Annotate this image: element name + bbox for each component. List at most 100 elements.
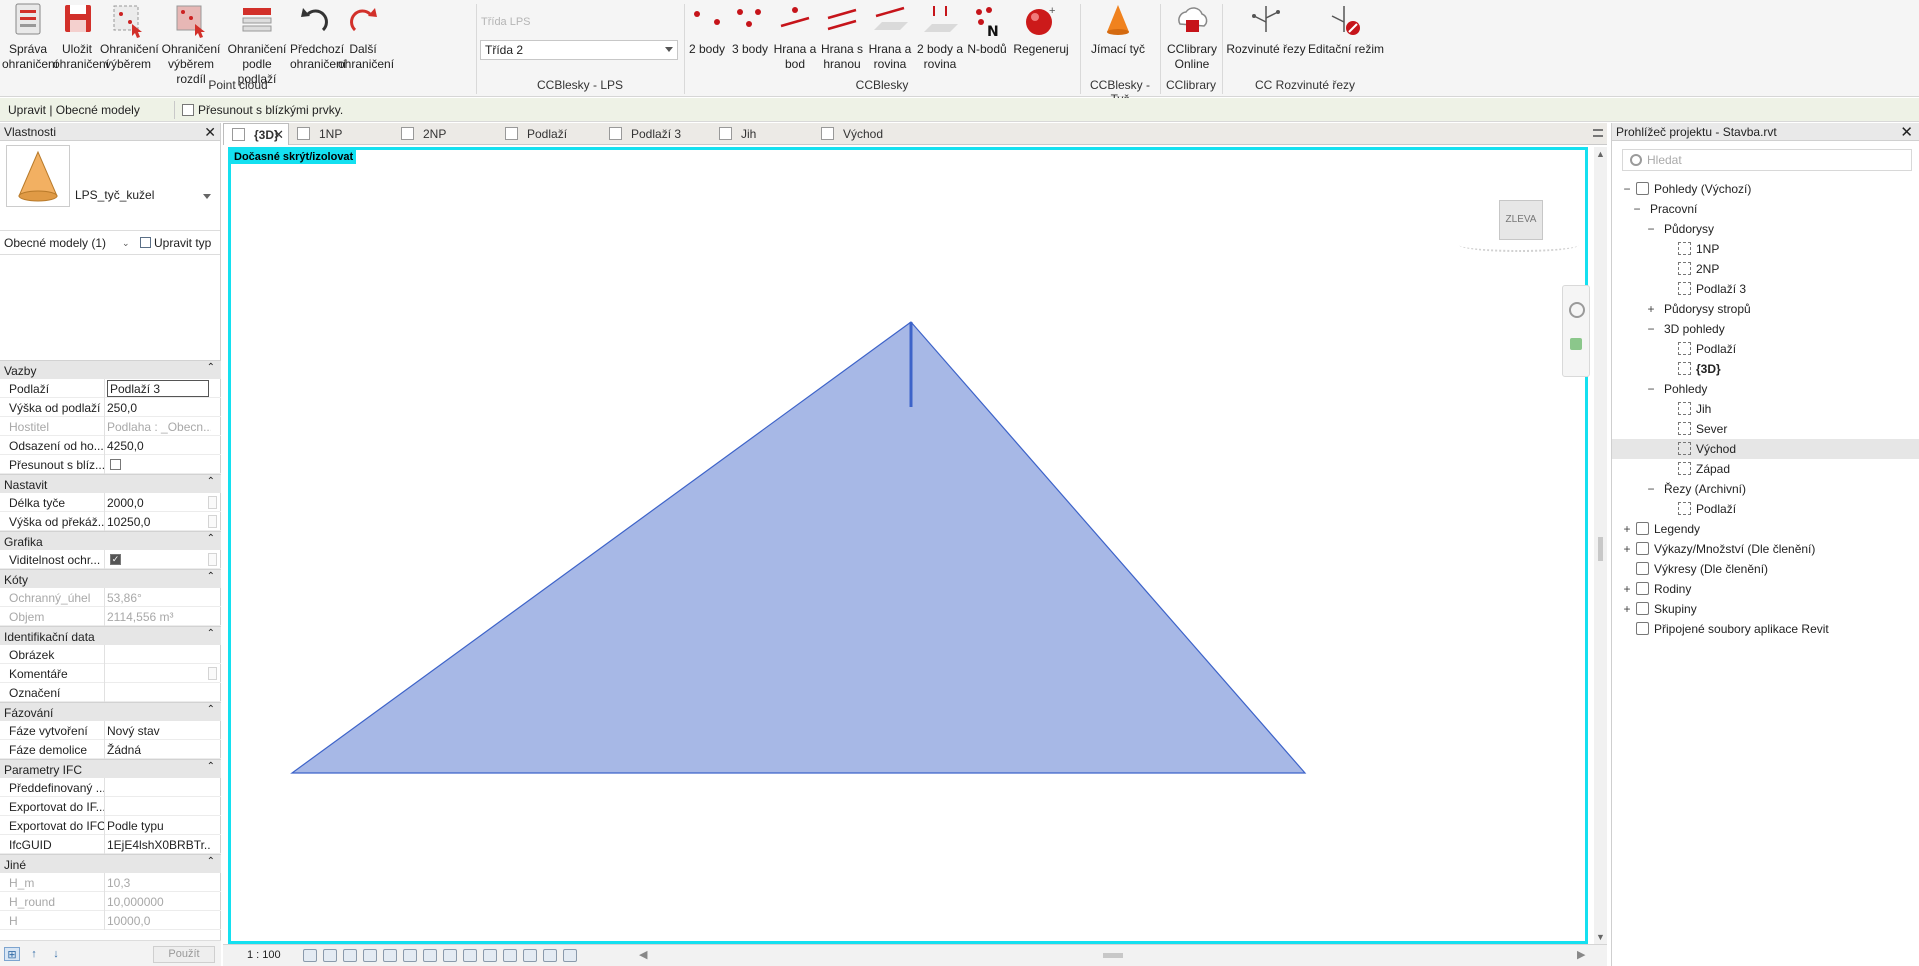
- browser-tree-item[interactable]: Podlaží: [1612, 499, 1919, 519]
- browser-tree-item[interactable]: Východ: [1612, 439, 1919, 459]
- tab-view-1[interactable]: {3D} ✕: [223, 123, 289, 145]
- collapse-icon[interactable]: −: [1646, 222, 1656, 236]
- ccblesky-button-6[interactable]: 2 body a rovina: [913, 2, 967, 72]
- navigation-bar[interactable]: [1562, 285, 1590, 377]
- property-value[interactable]: Podle typu: [107, 819, 211, 833]
- ccblesky-button-3[interactable]: Hrana a bod: [770, 2, 820, 72]
- analytical-icon[interactable]: [523, 949, 537, 962]
- property-edit-button[interactable]: [208, 553, 217, 566]
- highlight-displacement-icon[interactable]: [543, 949, 557, 962]
- shadows-icon[interactable]: [363, 949, 377, 962]
- ccblesky-button-8[interactable]: + Regeneruj: [1010, 2, 1072, 57]
- property-value[interactable]: 10250,0: [107, 515, 211, 529]
- collapse-icon[interactable]: ⌃: [207, 704, 215, 715]
- close-icon[interactable]: ✕: [273, 127, 284, 143]
- collapse-icon[interactable]: ⌃: [207, 856, 215, 867]
- temporary-isolate-badge[interactable]: Dočasné skrýt/izolovat: [231, 150, 357, 164]
- browser-tree-item[interactable]: Výkresy (Dle členění): [1612, 559, 1919, 579]
- property-value[interactable]: Žádná: [107, 743, 211, 757]
- ccblesky-button-7[interactable]: N N-bodů: [964, 2, 1010, 57]
- browser-tree-item[interactable]: − Pohledy (Výchozí): [1612, 179, 1919, 199]
- tab-view-7[interactable]: Východ: [813, 123, 923, 145]
- browser-tree-item[interactable]: 1NP: [1612, 239, 1919, 259]
- browser-tree-item[interactable]: − Řezy (Archivní): [1612, 479, 1919, 499]
- tab-view-3[interactable]: 2NP: [393, 123, 497, 145]
- collapse-icon[interactable]: −: [1622, 182, 1632, 196]
- zoom-icon[interactable]: [1570, 338, 1582, 350]
- browser-tree-item[interactable]: Podlaží: [1612, 339, 1919, 359]
- detail-level-icon[interactable]: [303, 949, 317, 962]
- property-value[interactable]: 2000,0: [107, 496, 211, 510]
- ribbon-button-7[interactable]: Další ohraničení: [338, 2, 394, 72]
- property-value[interactable]: Nový stav: [107, 724, 211, 738]
- edit-type-button[interactable]: Upravit typ: [140, 236, 211, 250]
- sort-ascending-icon[interactable]: ↑: [26, 947, 42, 961]
- browser-tree-item[interactable]: Podlaží 3: [1612, 279, 1919, 299]
- browser-tree-item[interactable]: + Skupiny: [1612, 599, 1919, 619]
- chevron-down-icon[interactable]: [203, 194, 211, 199]
- scroll-right-icon[interactable]: ▶: [1577, 948, 1585, 961]
- collapse-icon[interactable]: ⌃: [207, 533, 215, 544]
- scroll-left-icon[interactable]: ◀: [639, 948, 647, 961]
- close-icon[interactable]: ✕: [204, 124, 216, 141]
- ribbon-button-1[interactable]: Správa ohraničení: [2, 2, 58, 72]
- move-with-nearby-checkbox[interactable]: [182, 104, 194, 116]
- collapse-icon[interactable]: −: [1646, 382, 1656, 396]
- browser-tree-item[interactable]: − Pohledy: [1612, 379, 1919, 399]
- sort-descending-icon[interactable]: ↓: [48, 947, 64, 961]
- property-edit-button[interactable]: [208, 515, 217, 528]
- type-selector[interactable]: LPS_tyč_kužel: [0, 141, 220, 231]
- tab-view-5[interactable]: Podlaží 3: [601, 123, 711, 145]
- property-value[interactable]: Podlaží 3: [107, 380, 209, 397]
- expand-icon[interactable]: +: [1622, 522, 1632, 536]
- collapse-icon[interactable]: ⌃: [207, 571, 215, 582]
- checkbox[interactable]: [110, 459, 121, 470]
- ribbon-button-5[interactable]: Ohraničení podle podlaží: [222, 2, 292, 87]
- browser-tree-item[interactable]: + Legendy: [1612, 519, 1919, 539]
- property-value[interactable]: 1EjE4lshX0BRBTr...: [107, 838, 211, 852]
- crop-icon[interactable]: [403, 949, 417, 962]
- render-icon[interactable]: [383, 949, 397, 962]
- view-scale[interactable]: 1 : 100: [247, 949, 281, 961]
- collapse-icon[interactable]: −: [1646, 482, 1656, 496]
- property-group-header[interactable]: Kóty ⌃: [0, 569, 221, 588]
- categorized-view-icon[interactable]: ⊞: [4, 947, 20, 961]
- browser-tree-item[interactable]: − Půdorysy: [1612, 219, 1919, 239]
- collapse-icon[interactable]: ⌃: [207, 761, 215, 772]
- property-group-header[interactable]: Parametry IFC ⌃: [0, 759, 221, 778]
- instance-filter[interactable]: Obecné modely (1): [4, 236, 106, 250]
- chevron-down-icon[interactable]: ⌄: [122, 238, 130, 249]
- tab-view-2[interactable]: 1NP: [289, 123, 393, 145]
- browser-tree-item[interactable]: Připojené soubory aplikace Revit: [1612, 619, 1919, 639]
- tab-view-6[interactable]: Jih: [711, 123, 813, 145]
- collapse-icon[interactable]: ⌃: [207, 628, 215, 639]
- cclibrary-online-button[interactable]: CClibrary Online: [1166, 2, 1218, 72]
- browser-tree-item[interactable]: Jih: [1612, 399, 1919, 419]
- reveal-hidden-icon[interactable]: [483, 949, 497, 962]
- property-edit-button[interactable]: [208, 667, 217, 680]
- browser-tree-item[interactable]: + Rodiny: [1612, 579, 1919, 599]
- viewcube[interactable]: ZLEVA: [1499, 200, 1543, 240]
- ccblesky-button-5[interactable]: Hrana a rovina: [866, 2, 914, 72]
- unfolded-sections-button[interactable]: Rozvinuté řezy: [1224, 2, 1308, 57]
- property-group-header[interactable]: Fázování ⌃: [0, 702, 221, 721]
- ccblesky-button-4[interactable]: Hrana s hranou: [818, 2, 866, 72]
- vertical-scrollbar[interactable]: ▲ ▼: [1594, 147, 1607, 944]
- browser-tree-item[interactable]: −3D pohledy: [1612, 319, 1919, 339]
- expand-icon[interactable]: +: [1622, 542, 1632, 556]
- tab-view-4[interactable]: Podlaží: [497, 123, 601, 145]
- browser-tree-item[interactable]: {3D}: [1612, 359, 1919, 379]
- horizontal-scroll-thumb[interactable]: [1103, 953, 1123, 958]
- crop-visibility-icon[interactable]: [423, 949, 437, 962]
- collapse-icon[interactable]: ⌃: [207, 476, 215, 487]
- property-group-header[interactable]: Nastavit ⌃: [0, 474, 221, 493]
- collapse-icon[interactable]: ⌃: [207, 362, 215, 373]
- ribbon-button-3[interactable]: Ohraničení výběrem: [100, 2, 159, 72]
- viewcube-compass[interactable]: [1459, 238, 1579, 252]
- ccblesky-button-2[interactable]: 3 body: [729, 2, 771, 57]
- expand-icon[interactable]: +: [1622, 602, 1632, 616]
- visual-style-icon[interactable]: [323, 949, 337, 962]
- property-edit-button[interactable]: [208, 496, 217, 509]
- browser-tree-item[interactable]: Západ: [1612, 459, 1919, 479]
- lock-view-icon[interactable]: [443, 949, 457, 962]
